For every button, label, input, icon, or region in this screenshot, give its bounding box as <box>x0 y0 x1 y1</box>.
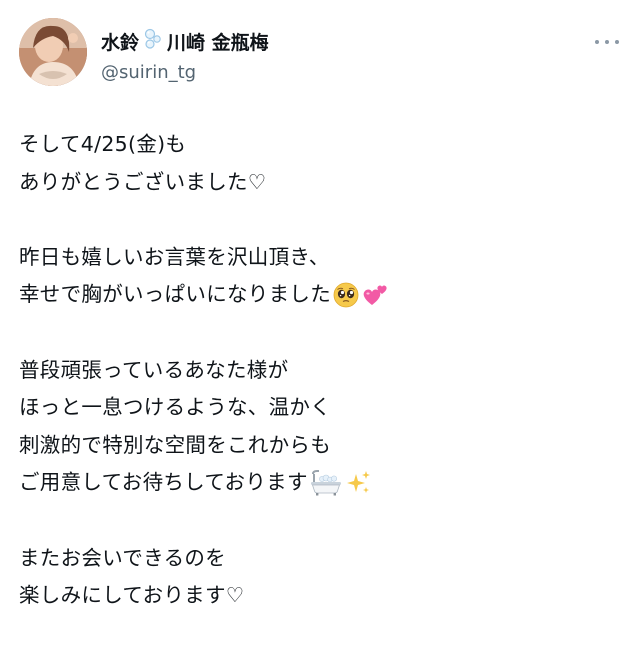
tweet-line-text: 普段頑張っているあなた様が <box>19 357 289 382</box>
tweet-line: ほっと一息つけるような、温かく <box>19 389 619 427</box>
tweet-line-text: 楽しみにしております♡ <box>19 583 245 608</box>
user-handle[interactable]: @suirin_tg <box>101 60 269 86</box>
sparkles-icon <box>344 470 372 496</box>
tweet-line-text: 刺激的で特別な空間をこれからも <box>19 432 331 457</box>
display-name-prefix: 水鈴 <box>101 31 140 54</box>
tweet-line-text: またお会いできるのを <box>19 545 226 570</box>
two-hearts-icon <box>361 282 389 308</box>
tweet-line-text: 昨日も嬉しいお言葉を沢山頂き、 <box>19 244 330 269</box>
tweet-line-text: そして4/25(金)も <box>19 132 187 156</box>
display-name[interactable]: 水鈴 川崎 金瓶梅 <box>101 28 269 57</box>
tweet-line-text: ありがとうございました♡ <box>19 169 267 194</box>
tweet-line: 普段頑張っているあなた様が <box>19 352 619 390</box>
tweet-text: そして4/25(金)も ありがとうございました♡ 昨日も嬉しいお言葉を沢山頂き、… <box>19 126 619 615</box>
tweet-line: 楽しみにしております♡ <box>19 577 619 615</box>
more-horizontal-icon <box>605 40 609 44</box>
tweet-line: そして4/25(金)も <box>19 126 619 164</box>
tweet-line: またお会いできるのを <box>19 540 619 578</box>
tweet-line: 昨日も嬉しいお言葉を沢山頂き、 <box>19 239 619 277</box>
more-horizontal-icon <box>595 40 599 44</box>
avatar[interactable] <box>19 18 87 86</box>
user-names: 水鈴 川崎 金瓶梅 @suirin_tg <box>101 28 269 86</box>
tweet-line-text: 幸せで胸がいっぱいになりました <box>19 282 331 307</box>
tweet-line: ご用意してお待ちしております <box>19 464 619 502</box>
tweet-line: 幸せで胸がいっぱいになりました <box>19 276 619 314</box>
display-name-suffix: 川崎 金瓶梅 <box>167 31 269 54</box>
tweet-line: ありがとうございました♡ <box>19 164 619 202</box>
tweet-line-text: ほっと一息つけるような、温かく <box>19 395 331 420</box>
tweet-line: 刺激的で特別な空間をこれからも <box>19 427 619 465</box>
more-horizontal-icon <box>615 40 619 44</box>
tweet-header: 水鈴 川崎 金瓶梅 @suirin_tg <box>19 18 621 88</box>
bathtub-icon <box>310 470 342 496</box>
avatar-photo <box>19 18 87 86</box>
pleading-face-icon <box>333 282 359 308</box>
bubbles-icon <box>142 28 164 57</box>
tweet-line-text: ご用意してお待ちしております <box>19 470 308 495</box>
more-options-button[interactable] <box>593 32 621 52</box>
